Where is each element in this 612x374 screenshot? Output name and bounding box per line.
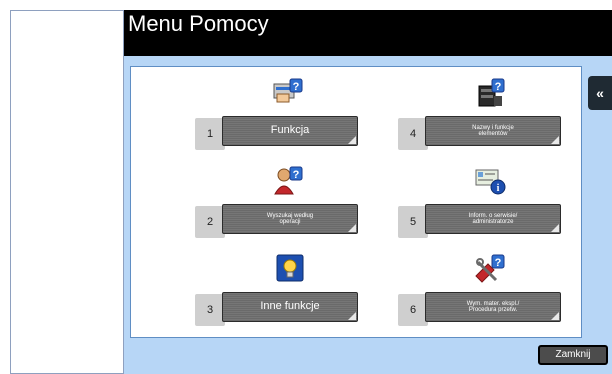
search-by-operation-label: Wyszukaj według operacji bbox=[266, 212, 314, 225]
title-bar: Menu Pomocy bbox=[124, 10, 612, 56]
service-admin-info-button[interactable]: Inform. o serwisie/ administratorze bbox=[425, 204, 561, 234]
other-functions-button[interactable]: Inne funkcje bbox=[222, 292, 358, 322]
tools-question-icon: ? bbox=[475, 254, 505, 283]
item-number-3: 3 bbox=[195, 294, 225, 326]
consumables-procedure-label: Wym. mater. ekspl./ Procedura przetw. bbox=[466, 300, 520, 313]
element-names-label: Nazwy i funkcje elementów bbox=[472, 124, 514, 137]
item-number-5: 5 bbox=[398, 206, 428, 238]
item-number-6: 6 bbox=[398, 294, 428, 326]
item-number-4: 4 bbox=[398, 118, 428, 150]
svg-text:i: i bbox=[497, 183, 500, 194]
svg-text:?: ? bbox=[495, 257, 502, 269]
function-button-label: Funkcja bbox=[270, 124, 310, 137]
svg-text:?: ? bbox=[495, 81, 502, 93]
window-title: Menu Pomocy bbox=[128, 11, 269, 36]
info-card-icon: i bbox=[475, 169, 506, 195]
consumables-procedure-button[interactable]: Wym. mater. ekspl./ Procedura przetw. bbox=[425, 292, 561, 322]
other-functions-label: Inne funkcje bbox=[260, 300, 320, 313]
search-by-operation-button[interactable]: Wyszukaj według operacji bbox=[222, 204, 358, 234]
lightbulb-icon bbox=[276, 254, 304, 282]
item-number-2: 2 bbox=[195, 206, 225, 238]
function-button[interactable]: Funkcja bbox=[222, 116, 358, 146]
item-number-1: 1 bbox=[195, 118, 225, 150]
svg-text:?: ? bbox=[293, 169, 300, 181]
function-icon: ? bbox=[273, 78, 303, 103]
close-button[interactable]: Zamknij bbox=[538, 345, 608, 365]
service-admin-info-label: Inform. o serwisie/ administratorze bbox=[468, 212, 518, 225]
element-names-button[interactable]: Nazwy i funkcje elementów bbox=[425, 116, 561, 146]
printer-question-icon: ? bbox=[478, 78, 505, 107]
svg-text:?: ? bbox=[293, 81, 300, 93]
left-sidebar bbox=[10, 10, 124, 374]
back-button[interactable]: « bbox=[588, 76, 612, 110]
person-question-icon: ? bbox=[274, 166, 303, 195]
